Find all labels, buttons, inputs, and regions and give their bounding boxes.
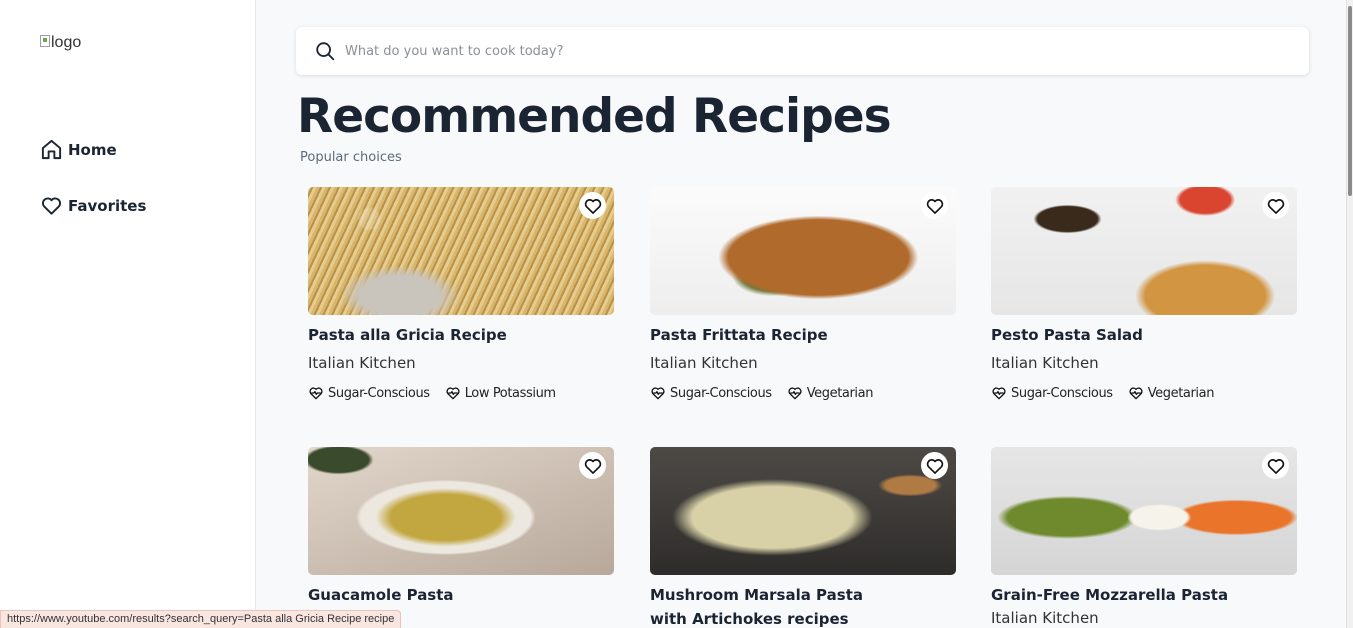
heart-icon [926, 198, 943, 214]
heart-icon [1267, 198, 1284, 214]
recipe-card[interactable]: Pesto Pasta Salad Italian Kitchen Sugar-… [991, 187, 1297, 401]
search-bar[interactable] [296, 27, 1309, 75]
recipe-image[interactable] [991, 187, 1297, 315]
nav-item-label: Favorites [68, 196, 147, 215]
recipe-tags: Sugar-Conscious Vegetarian [991, 385, 1297, 401]
nav-item-favorites[interactable]: Favorites [40, 194, 146, 217]
heart-pulse-icon [446, 387, 460, 400]
recipe-image[interactable] [650, 187, 956, 315]
recipe-cuisine: Italian Kitchen [991, 354, 1099, 372]
favorite-button[interactable] [921, 452, 948, 479]
recipe-cuisine: Italian Kitchen [308, 354, 416, 372]
recipe-card[interactable]: Pasta alla Gricia Recipe Italian Kitchen… [308, 187, 614, 401]
recipe-title[interactable]: Pasta alla Gricia Recipe [308, 323, 614, 347]
scrollbar-thumb[interactable] [1348, 6, 1352, 196]
health-tag: Sugar-Conscious [308, 385, 430, 401]
health-tag: Sugar-Conscious [650, 385, 772, 401]
tag-label: Sugar-Conscious [328, 385, 430, 401]
favorite-button[interactable] [1262, 452, 1289, 479]
favorite-button[interactable] [579, 452, 606, 479]
heart-pulse-icon [992, 387, 1006, 400]
recipe-image[interactable] [650, 447, 956, 575]
recipe-image[interactable] [991, 447, 1297, 575]
recipe-card[interactable]: Guacamole Pasta [308, 447, 614, 607]
recipe-title[interactable]: Guacamole Pasta [308, 583, 614, 607]
home-icon [41, 139, 62, 160]
logo[interactable]: logo [40, 34, 81, 52]
recipe-cuisine: Italian Kitchen [650, 354, 758, 372]
health-tag: Low Potassium [445, 385, 556, 401]
health-tag: Sugar-Conscious [991, 385, 1113, 401]
recipe-cuisine: Italian Kitchen [991, 609, 1099, 627]
main-content: Recommended Recipes Popular choices Past… [256, 0, 1346, 628]
favorite-button[interactable] [579, 192, 606, 219]
heart-icon [584, 458, 601, 474]
nav-item-label: Home [68, 140, 117, 159]
recipe-title[interactable]: Mushroom Marsala Pasta with Artichokes r… [650, 583, 900, 628]
tag-label: Sugar-Conscious [670, 385, 772, 401]
sidebar: logo Home Favorites [0, 0, 256, 628]
heart-icon [1267, 458, 1284, 474]
tag-label: Vegetarian [1147, 385, 1215, 401]
favorite-button[interactable] [1262, 192, 1289, 219]
page-subtitle: Popular choices [300, 150, 402, 165]
search-icon [316, 42, 335, 61]
tag-label: Vegetarian [806, 385, 874, 401]
nav-item-home[interactable]: Home [40, 138, 117, 161]
health-tag: Vegetarian [787, 385, 873, 401]
tag-label: Sugar-Conscious [1011, 385, 1113, 401]
recipe-tags: Sugar-Conscious Low Potassium [308, 385, 614, 401]
heart-pulse-icon [651, 387, 665, 400]
favorite-button[interactable] [921, 192, 948, 219]
page-title: Recommended Recipes [297, 89, 892, 144]
heart-icon [42, 197, 61, 215]
broken-image-icon [40, 35, 50, 47]
logo-alt-text: logo [51, 34, 82, 51]
health-tag: Vegetarian [1128, 385, 1214, 401]
tag-label: Low Potassium [464, 385, 556, 401]
heart-icon [584, 198, 601, 214]
recipe-title[interactable]: Grain-Free Mozzarella Pasta [991, 583, 1297, 607]
status-bar-url: https://www.youtube.com/results?search_q… [0, 610, 402, 628]
heart-pulse-icon [1129, 387, 1143, 400]
recipe-image[interactable] [308, 447, 614, 575]
recipe-image[interactable] [308, 187, 614, 315]
heart-pulse-icon [788, 387, 802, 400]
recipe-title[interactable]: Pesto Pasta Salad [991, 323, 1297, 347]
heart-icon [926, 458, 943, 474]
recipe-tags: Sugar-Conscious Vegetarian [650, 385, 956, 401]
recipe-card[interactable]: Pasta Frittata Recipe Italian Kitchen Su… [650, 187, 956, 401]
scrollbar[interactable] [1346, 0, 1353, 628]
recipe-card[interactable]: Mushroom Marsala Pasta with Artichokes r… [650, 447, 956, 628]
recipe-title[interactable]: Pasta Frittata Recipe [650, 323, 956, 347]
recipe-card[interactable]: Grain-Free Mozzarella Pasta Italian Kitc… [991, 447, 1297, 627]
heart-pulse-icon [309, 387, 323, 400]
search-input[interactable] [345, 43, 1245, 59]
